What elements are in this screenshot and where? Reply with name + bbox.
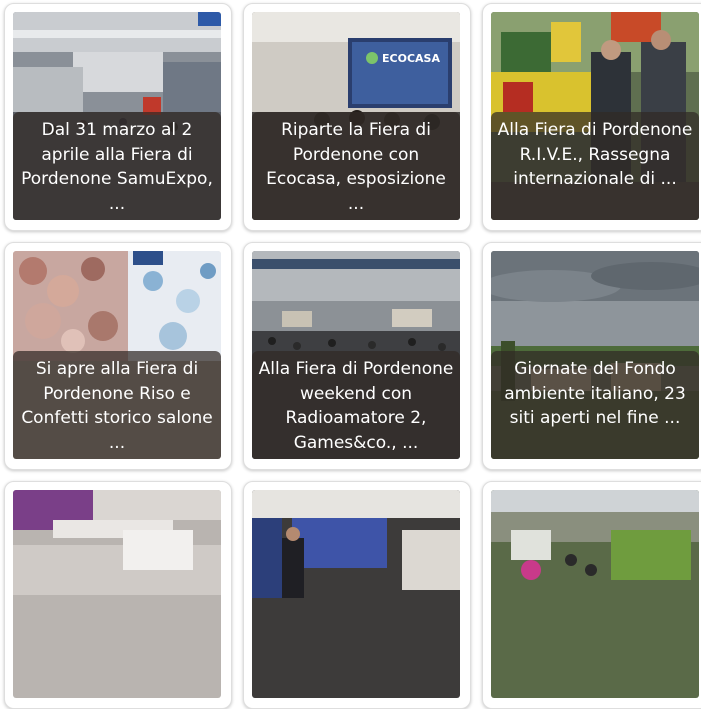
article-card[interactable] xyxy=(482,481,701,709)
article-thumbnail: ECOCASA Riparte la Fiera di Pordenone co… xyxy=(252,12,460,220)
article-card[interactable] xyxy=(243,481,471,709)
article-card[interactable] xyxy=(4,481,232,709)
article-title: Giornate del Fondo ambiente italiano, 23… xyxy=(491,351,699,459)
article-title: Alla Fiera di Pordenone R.I.V.E., Rasseg… xyxy=(491,112,699,220)
screen-text: ECOCASA xyxy=(382,52,440,65)
garden-fair-photo xyxy=(491,490,699,698)
article-title: Dal 31 marzo al 2 aprile alla Fiera di P… xyxy=(13,112,221,220)
article-card[interactable]: Alla Fiera di Pordenone R.I.V.E., Rasseg… xyxy=(482,3,701,231)
article-card[interactable]: Dal 31 marzo al 2 aprile alla Fiera di P… xyxy=(4,3,232,231)
article-thumbnail: Si apre alla Fiera di Pordenone Riso e C… xyxy=(13,251,221,459)
article-thumbnail xyxy=(13,490,221,698)
speaker-stage-photo xyxy=(252,490,460,698)
article-thumbnail xyxy=(252,490,460,698)
article-thumbnail: Dal 31 marzo al 2 aprile alla Fiera di P… xyxy=(13,12,221,220)
article-card[interactable]: Alla Fiera di Pordenone weekend con Radi… xyxy=(243,242,471,470)
article-thumbnail xyxy=(491,490,699,698)
article-card[interactable]: Giornate del Fondo ambiente italiano, 23… xyxy=(482,242,701,470)
article-thumbnail: Alla Fiera di Pordenone R.I.V.E., Rasseg… xyxy=(491,12,699,220)
article-title: Si apre alla Fiera di Pordenone Riso e C… xyxy=(13,351,221,459)
article-title: Alla Fiera di Pordenone weekend con Radi… xyxy=(252,351,460,459)
article-card[interactable]: Si apre alla Fiera di Pordenone Riso e C… xyxy=(4,242,232,470)
article-thumbnail: Alla Fiera di Pordenone weekend con Radi… xyxy=(252,251,460,459)
article-thumbnail: Giornate del Fondo ambiente italiano, 23… xyxy=(491,251,699,459)
article-title: Riparte la Fiera di Pordenone con Ecocas… xyxy=(252,112,460,220)
exhibition-tent-photo xyxy=(13,490,221,698)
article-card[interactable]: ECOCASA Riparte la Fiera di Pordenone co… xyxy=(243,3,471,231)
